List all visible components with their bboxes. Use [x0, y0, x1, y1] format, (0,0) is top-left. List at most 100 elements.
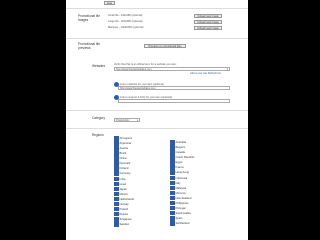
region-label: Austria [119, 147, 128, 151]
checkbox-icon [114, 196, 119, 202]
link-support-input[interactable] [118, 99, 230, 103]
save-button[interactable]: save [104, 1, 115, 5]
checkbox-icon [114, 217, 119, 222]
region-label: France [175, 166, 184, 170]
region-label: Brazil [119, 152, 127, 156]
region-label: Morocco [175, 191, 186, 195]
verify-text: Verify that this is an official item for… [114, 63, 177, 66]
link-website-input[interactable]: http://www.thegiantwhales.com [118, 86, 230, 90]
region-label: Singapore [119, 217, 132, 221]
checkbox-icon [114, 206, 119, 212]
regions-label: Regions [92, 133, 104, 137]
upload-large-tile-button[interactable]: Upload new image [194, 20, 222, 24]
checkbox-icon [114, 181, 119, 187]
checkbox-icon [170, 185, 175, 191]
store-listing-panel: Websites Verify that this is an official… [66, 58, 248, 240]
checkbox-icon [114, 141, 119, 146]
preview-tiles-button[interactable]: Preview my promotional tiles [144, 44, 186, 48]
region-label: Australia [175, 141, 186, 145]
upload-small-tile-button[interactable]: Upload new image [194, 14, 222, 18]
region-label: Finland [119, 167, 129, 171]
region-item[interactable]: Switzerland [170, 221, 194, 226]
website-select[interactable]: http://www.thegiantwhales.com ▾ [114, 67, 230, 71]
checkbox-icon [114, 191, 119, 197]
checkbox-icon [170, 145, 175, 150]
region-label: Canada [175, 151, 185, 155]
region-label: Russia [119, 212, 128, 216]
promo-images-label: Promotional tile images [78, 14, 100, 22]
checkbox-icon [170, 155, 175, 160]
checkbox-icon [170, 221, 175, 226]
divider [66, 38, 248, 39]
checkbox-icon [170, 210, 175, 216]
region-label: New Zealand [175, 196, 192, 200]
checkbox-icon [170, 150, 175, 155]
checkbox-icon [170, 180, 175, 186]
region-label: Czech Republic [175, 156, 195, 160]
region-label: Hong Kong [175, 171, 189, 175]
region-label: Switzerland [175, 222, 190, 226]
checkbox-icon [114, 201, 119, 207]
region-item[interactable]: Sweden [114, 222, 134, 227]
region-label: Portugal [175, 206, 186, 210]
region-label: Germany [119, 172, 131, 176]
checkbox-icon [114, 211, 119, 217]
marquee-text: Marquee - 1400x560 (optional) [108, 26, 144, 29]
checkbox-icon [170, 160, 175, 165]
category-label: Category [92, 116, 105, 120]
region-label: Denmark [119, 162, 131, 166]
checkbox-icon [170, 200, 175, 206]
checkbox-icon [170, 140, 175, 145]
regions-list-right: Australia Belgium Canada Czech Republic … [170, 140, 194, 226]
region-label: Malaysia [175, 186, 187, 190]
region-label: Japan [119, 187, 127, 191]
checkbox-icon [170, 165, 175, 170]
divider [66, 8, 248, 9]
category-select-value: Productivity [116, 119, 130, 122]
region-label: Poland [119, 207, 128, 211]
region-label: Spain [175, 217, 183, 220]
large-tile-text: Large tile - 920x680 (optional) [108, 20, 143, 23]
chevron-down-icon: ▾ [226, 68, 228, 71]
region-label: Argentina [119, 142, 132, 146]
region-label: Egypt [175, 161, 183, 165]
checkbox-icon [170, 175, 175, 181]
region-label: China [119, 157, 127, 161]
regions-list-left: All regions Argentina Austria Brazil Chi… [114, 136, 134, 227]
checkbox-icon [114, 166, 119, 171]
region-label: Saudi Arabia [175, 211, 191, 215]
checkbox-icon [114, 146, 119, 151]
region-label: Norway [119, 202, 129, 206]
screen: { "top_panel": { "top_button": "save", "… [0, 0, 320, 240]
checkbox-icon [170, 195, 175, 201]
checkbox-icon [114, 151, 119, 156]
checkbox-icon [170, 216, 175, 221]
checkbox-icon [114, 136, 119, 141]
divider [66, 128, 248, 129]
region-label: Belgium [175, 146, 186, 150]
region-label: Sweden [119, 223, 130, 227]
checkbox-icon [170, 205, 175, 211]
checkbox-icon [114, 222, 119, 227]
region-label: Indonesia [175, 176, 188, 180]
region-all-label: All regions [119, 136, 133, 140]
websites-label: Websites [92, 64, 106, 68]
checkbox-icon [114, 161, 119, 166]
add-site-link[interactable]: Add a new site [190, 72, 207, 75]
checkbox-icon [114, 156, 119, 161]
checkbox-icon [114, 176, 119, 181]
category-select[interactable]: Productivity ▾ [114, 118, 140, 122]
checkbox-icon [170, 190, 175, 196]
region-label: Italy [175, 181, 181, 185]
promo-previews-label: Promotional tile previews [78, 42, 100, 50]
checkbox-icon [114, 186, 119, 192]
divider [66, 110, 248, 111]
website-select-value: http://www.thegiantwhales.com [116, 68, 152, 71]
checkbox-icon [114, 171, 119, 176]
promo-tiles-panel: save Promotional tile images Small tile … [66, 0, 248, 58]
chevron-down-icon: ▾ [136, 119, 138, 122]
checkbox-icon [170, 170, 175, 175]
upload-marquee-button[interactable]: Upload new image [194, 26, 222, 30]
refresh-list-link[interactable]: Refresh list [208, 72, 221, 75]
small-tile-text: Small tile - 440x280 (optional) [108, 14, 143, 17]
